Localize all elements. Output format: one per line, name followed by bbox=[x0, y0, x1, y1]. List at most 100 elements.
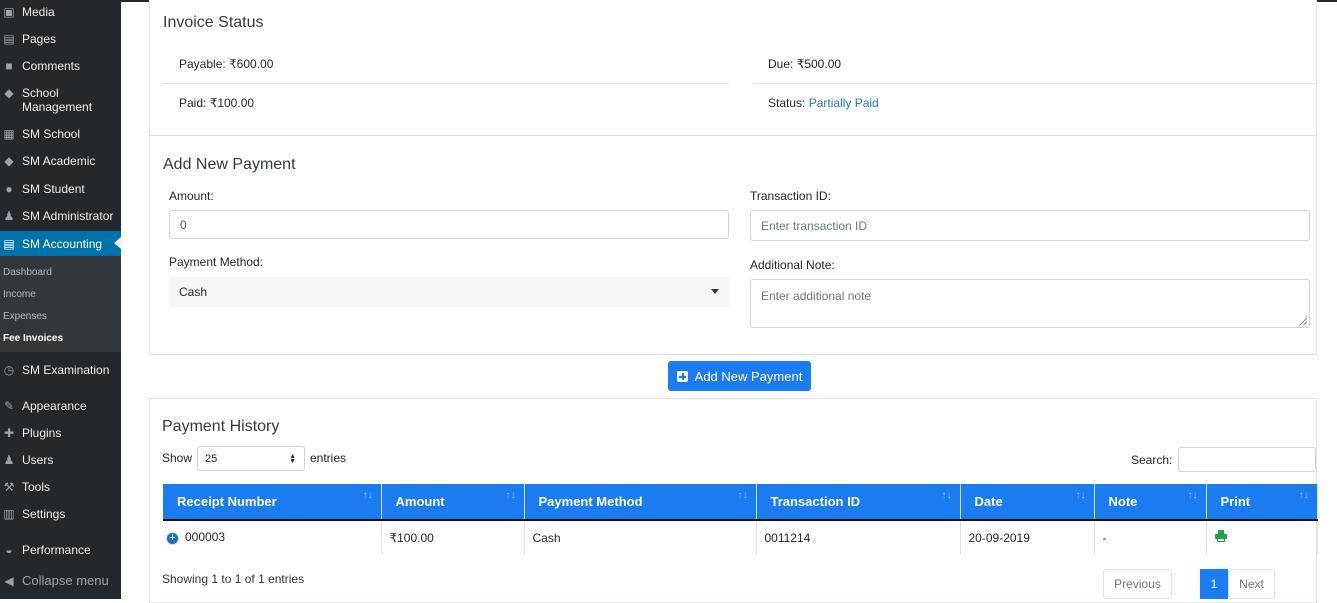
column-header-label: Note bbox=[1108, 494, 1138, 509]
add-new-payment-button[interactable]: Add New Payment bbox=[668, 361, 811, 391]
cell-note: - bbox=[1094, 520, 1207, 554]
paid-info: Paid: ₹100.00 bbox=[179, 96, 254, 110]
submenu-item-fee-invoices[interactable]: Fee Invoices bbox=[3, 333, 63, 344]
media-icon: ▣ bbox=[3, 5, 15, 19]
cell-amount: ₹100.00 bbox=[381, 520, 525, 554]
entries-length-select[interactable]: 25 ▲ ▼ bbox=[197, 446, 305, 471]
payment-history-table: Receipt Number ↑↓ Amount ↑↓ Payment Method… bbox=[163, 484, 1318, 554]
clock-icon: ◷ bbox=[3, 363, 15, 377]
amount-label: Amount: bbox=[169, 189, 214, 203]
column-header-date[interactable]: Date ↑↓ bbox=[960, 484, 1095, 521]
sort-icon: ↑↓ bbox=[737, 490, 748, 501]
column-header-payment-method[interactable]: Payment Method ↑↓ bbox=[524, 484, 757, 521]
transaction-id-label: Transaction ID: bbox=[750, 189, 831, 203]
sidebar-item-label: School Management bbox=[22, 86, 92, 114]
cell-date: 20-09-2019 bbox=[960, 520, 1095, 554]
sort-icon: ↑↓ bbox=[941, 490, 952, 501]
sidebar-item-plugins[interactable]: ✚ Plugins bbox=[0, 426, 121, 440]
column-header-label: Print bbox=[1220, 494, 1251, 509]
invoice-status-title: Invoice Status bbox=[163, 14, 264, 31]
sidebar-item-label: Appearance bbox=[22, 399, 87, 413]
table-info: Showing 1 to 1 of 1 entries bbox=[162, 572, 305, 586]
add-payment-card: Add New Payment Amount: 0 Payment Method… bbox=[149, 135, 1317, 355]
payment-method-select[interactable]: Cash bbox=[169, 277, 729, 307]
sidebar-item-sm-school[interactable]: ▦ SM School bbox=[0, 127, 121, 141]
sidebar-item-sm-administrator[interactable]: ♟ SM Administrator bbox=[0, 209, 121, 223]
active-menu-arrow bbox=[114, 237, 121, 249]
receipt-number: 000003 bbox=[185, 530, 226, 545]
sidebar-item-sm-student[interactable]: ● SM Student bbox=[0, 182, 121, 196]
sidebar-item-comments[interactable]: ■ Comments bbox=[0, 59, 121, 73]
wrench-icon: ⚒ bbox=[3, 480, 15, 494]
column-header-label: Amount bbox=[395, 494, 445, 509]
paintbrush-icon: ✎ bbox=[3, 399, 15, 413]
graduation-cap-icon: ◆ bbox=[4, 86, 14, 100]
column-header-print[interactable]: Print ↑↓ bbox=[1206, 484, 1318, 521]
sidebar-item-pages[interactable]: ▤ Pages bbox=[0, 32, 121, 46]
print-icon[interactable] bbox=[1214, 530, 1227, 542]
amount-input[interactable]: 0 bbox=[169, 210, 729, 239]
sidebar-item-users[interactable]: ♟ Users bbox=[0, 453, 121, 467]
column-header-label: Payment Method bbox=[538, 494, 643, 509]
sidebar-item-tools[interactable]: ⚒ Tools bbox=[0, 480, 121, 494]
paid-value: ₹100.00 bbox=[209, 96, 255, 110]
expand-row-icon[interactable]: + bbox=[166, 531, 179, 545]
sidebar-item-label: SM Academic bbox=[22, 154, 96, 168]
sidebar-item-label: Comments bbox=[22, 59, 81, 73]
sidebar-item-sm-accounting[interactable]: ▤ SM Accounting bbox=[0, 231, 121, 256]
cell-receipt-number: +000003 bbox=[163, 520, 382, 554]
updown-caret-icon: ▲ ▼ bbox=[289, 453, 296, 465]
cell-transaction-id: 0011214 bbox=[756, 520, 961, 554]
sort-icon: ↑↓ bbox=[1075, 490, 1086, 501]
next-page-button[interactable]: Next bbox=[1228, 569, 1275, 599]
additional-note-textarea[interactable]: Enter additional note bbox=[750, 279, 1310, 328]
sort-icon: ↑↓ bbox=[1298, 490, 1309, 501]
sidebar-item-label: Performance bbox=[22, 543, 91, 557]
column-header-note[interactable]: Note ↑↓ bbox=[1094, 484, 1207, 521]
resize-handle-icon[interactable] bbox=[1300, 318, 1307, 325]
sidebar-item-label: SM Student bbox=[22, 182, 85, 196]
payable-info: Payable: ₹600.00 bbox=[179, 57, 273, 71]
plus-square-icon bbox=[676, 370, 688, 382]
submenu-item-dashboard[interactable]: Dashboard bbox=[3, 267, 52, 278]
sidebar-item-appearance[interactable]: ✎ Appearance bbox=[0, 399, 121, 413]
cell-payment-method: Cash bbox=[524, 520, 757, 554]
add-new-payment-label: Add New Payment bbox=[694, 368, 803, 384]
column-header-receipt-number[interactable]: Receipt Number ↑↓ bbox=[163, 484, 382, 521]
user-icon: ♟ bbox=[3, 209, 15, 223]
due-label: Due: bbox=[768, 57, 794, 71]
collapse-menu-button[interactable]: ◀ Collapse menu bbox=[0, 574, 121, 589]
sidebar-item-label: SM School bbox=[22, 127, 81, 141]
main-content: Invoice Status Payable: ₹600.00 Paid: ₹1… bbox=[121, 0, 1337, 603]
sidebar-item-sm-examination[interactable]: ◷ SM Examination bbox=[0, 363, 121, 377]
payable-label: Payable: bbox=[179, 57, 226, 71]
settings-icon: ▥ bbox=[3, 507, 15, 521]
sidebar-item-school-management[interactable]: ◆ School Management bbox=[0, 86, 121, 114]
column-header-transaction-id[interactable]: Transaction ID ↑↓ bbox=[756, 484, 961, 521]
sidebar-item-sm-academic[interactable]: ◆ SM Academic bbox=[0, 154, 121, 168]
table-header-row: Receipt Number ↑↓ Amount ↑↓ Payment Method… bbox=[163, 484, 1318, 521]
status-badge: Partially Paid bbox=[808, 96, 879, 110]
column-header-label: Date bbox=[974, 494, 1003, 509]
sort-icon: ↑↓ bbox=[1187, 490, 1198, 501]
sidebar-item-label: SM Administrator bbox=[22, 209, 114, 223]
sidebar-item-settings[interactable]: ▥ Settings bbox=[0, 507, 121, 521]
sidebar-item-label: Media bbox=[22, 5, 55, 19]
sidebar-item-performance[interactable]: ◒ Performance bbox=[0, 543, 121, 557]
sidebar-item-label-line2: Management bbox=[22, 100, 93, 114]
transaction-id-input[interactable]: Enter transaction ID bbox=[750, 210, 1310, 241]
column-header-amount[interactable]: Amount ↑↓ bbox=[381, 484, 525, 521]
search-input[interactable] bbox=[1178, 447, 1316, 472]
payment-history-title: Payment History bbox=[162, 418, 280, 435]
previous-page-button[interactable]: Previous bbox=[1103, 569, 1172, 599]
submenu-item-income[interactable]: Income bbox=[3, 289, 36, 300]
entries-label: entries bbox=[310, 451, 347, 465]
page-1-button[interactable]: 1 bbox=[1200, 569, 1228, 599]
sidebar-item-media[interactable]: ▣ Media bbox=[0, 5, 121, 19]
invoice-status-card: Invoice Status Payable: ₹600.00 Paid: ₹1… bbox=[149, 0, 1317, 136]
sort-icon: ↑↓ bbox=[362, 490, 373, 501]
due-value: ₹500.00 bbox=[796, 57, 842, 71]
search-label: Search: bbox=[1131, 453, 1173, 467]
submenu-item-expenses[interactable]: Expenses bbox=[3, 311, 47, 322]
paid-label: Paid: bbox=[179, 96, 207, 110]
